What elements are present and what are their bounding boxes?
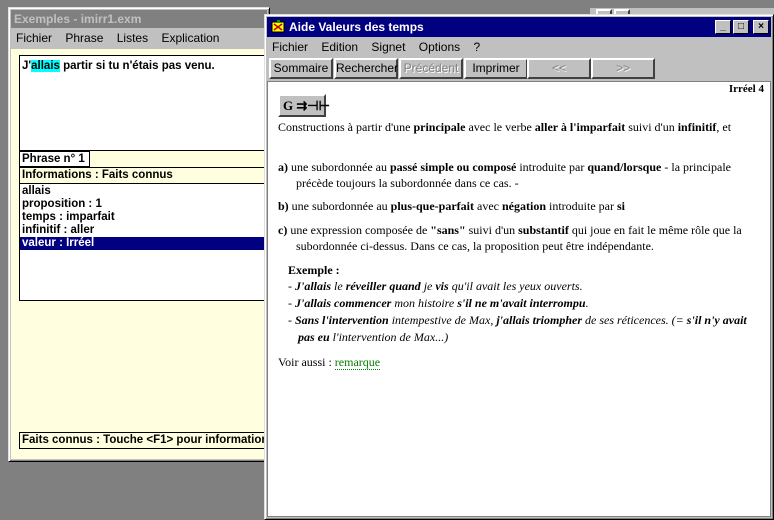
help-book-icon[interactable] (271, 20, 286, 34)
examples-titlebar[interactable]: Exemples - imirr1.exm (11, 10, 267, 28)
sentence-post: partir si tu n'étais pas venu. (59, 60, 215, 72)
sentence-box[interactable]: J'allais partir si tu n'étais pas venu. (19, 55, 269, 151)
menu-help[interactable]: ? (468, 38, 485, 56)
back-button[interactable]: << (527, 58, 591, 79)
example-2: - J'allais commencer mon histoire s'il n… (288, 296, 589, 310)
list-item[interactable]: allais (20, 185, 268, 198)
maximize-button[interactable]: □ (733, 20, 749, 34)
phrase-number: Phrase n° 1 (19, 151, 90, 167)
examples-window: Exemples - imirr1.exm Fichier Phrase Lis… (8, 7, 270, 462)
example-3: - Sans l'intervention intempestive de Ma… (288, 313, 747, 344)
list-item[interactable]: infinitif : aller (20, 224, 268, 237)
sommaire-button[interactable]: Sommaire (269, 58, 333, 79)
menu-phrase[interactable]: Phrase (60, 29, 108, 47)
info-header: Informations : Faits connus (19, 167, 269, 184)
see-also: Voir aussi : remarque (278, 354, 762, 370)
examples-menubar: Fichier Phrase Listes Explication (11, 29, 267, 48)
menu-fichier[interactable]: Fichier (267, 38, 313, 56)
help-window-title: Aide Valeurs des temps (289, 20, 424, 34)
rechercher-button[interactable]: Rechercher (334, 58, 398, 79)
graph-button[interactable]: G ⇉⊣⊢ (278, 94, 330, 117)
help-menubar: Fichier Edition Signet Options ? (267, 38, 771, 57)
list-item[interactable]: proposition : 1 (20, 198, 268, 211)
help-content: Irréel 4 G ⇉⊣⊢ Constructions à partir d'… (267, 81, 771, 517)
imprimer-button[interactable]: Imprimer (464, 58, 528, 79)
help-toolbar: Sommaire Rechercher Précédent Imprimer <… (267, 58, 771, 80)
menu-listes[interactable]: Listes (112, 29, 153, 47)
info-list[interactable]: allais proposition : 1 temps : imparfait… (19, 183, 269, 301)
status-bar: Faits connus : Touche <F1> pour informat… (19, 432, 269, 449)
point-c: c) une expression composée de "sans" sui… (278, 223, 742, 253)
example-1: - J'allais le réveiller quand je vis qu'… (288, 279, 583, 293)
help-window: Aide Valeurs des temps _ □ × Fichier Edi… (264, 14, 774, 520)
sentence-highlighted-word[interactable]: allais (31, 60, 60, 72)
point-a: a) une subordonnée au passé simple ou co… (278, 160, 731, 190)
forward-button[interactable]: >> (591, 58, 655, 79)
intro-paragraph: Constructions à partir d'une principale … (278, 120, 732, 134)
see-also-label: Voir aussi : (278, 355, 335, 369)
menu-signet[interactable]: Signet (366, 38, 410, 56)
help-titlebar[interactable]: Aide Valeurs des temps _ □ × (267, 17, 771, 37)
examples-client: J'allais partir si tu n'étais pas venu. … (11, 49, 269, 459)
precedent-button[interactable]: Précédent (399, 58, 463, 79)
menu-options[interactable]: Options (414, 38, 465, 56)
page-label: Irréel 4 (728, 83, 764, 95)
list-item-selected[interactable]: valeur : Irréel (20, 237, 268, 250)
minimize-button[interactable]: _ (715, 20, 731, 34)
remarque-link[interactable]: remarque (334, 355, 381, 370)
close-button[interactable]: × (753, 20, 769, 34)
menu-edition[interactable]: Edition (316, 38, 363, 56)
menu-fichier[interactable]: Fichier (11, 29, 57, 47)
menu-explication[interactable]: Explication (156, 29, 224, 47)
sentence-pre: J' (22, 60, 32, 72)
point-b: b) une subordonnée au plus-que-parfait a… (278, 199, 625, 213)
example-title: Exemple : (288, 263, 340, 277)
list-item[interactable]: temps : imparfait (20, 211, 268, 224)
